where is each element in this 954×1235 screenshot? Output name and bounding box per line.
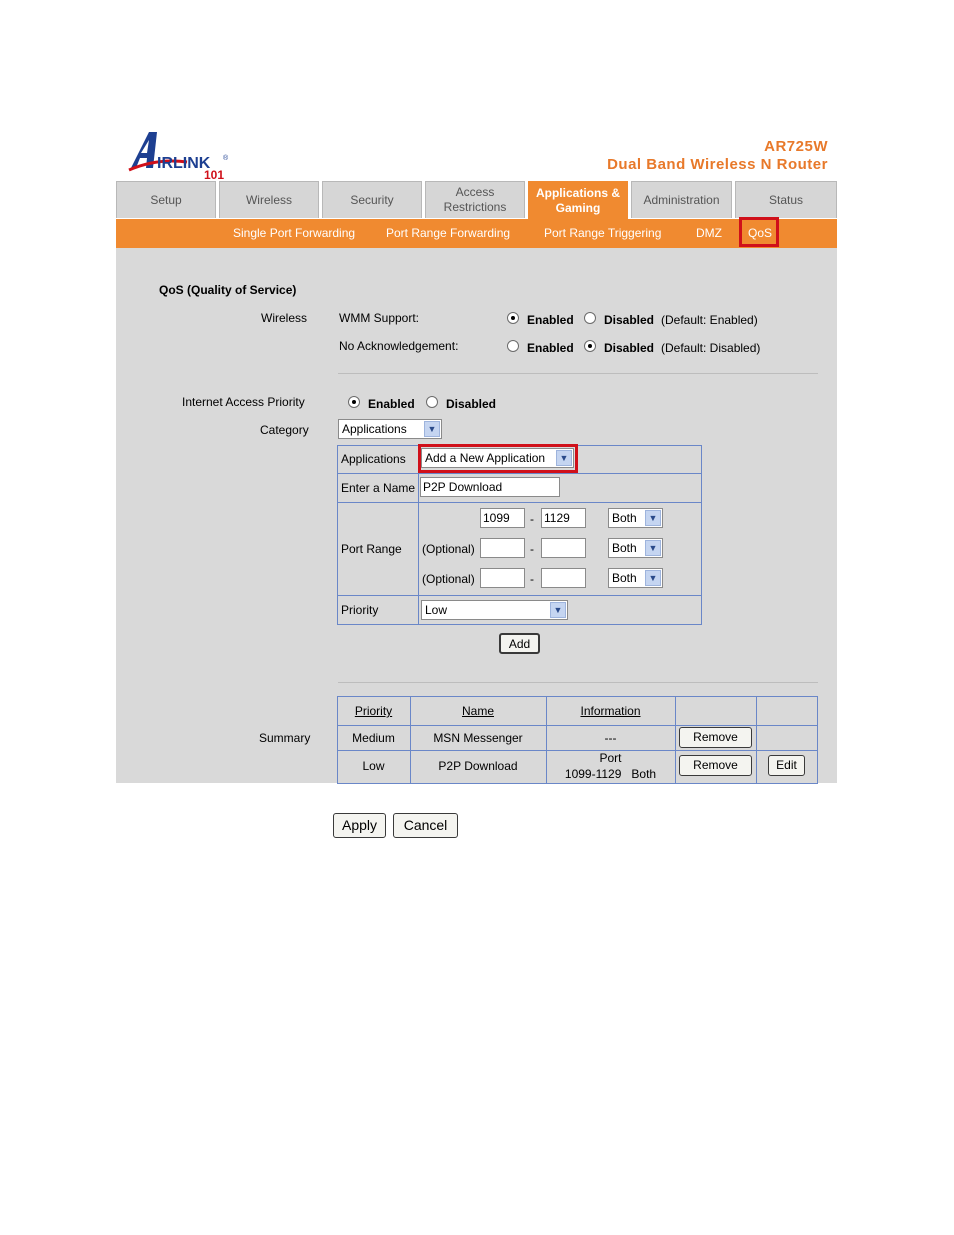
- svg-text:®: ®: [223, 154, 229, 162]
- iap-enabled-radio[interactable]: [348, 396, 360, 408]
- protocol-select[interactable]: Both ▼: [608, 538, 663, 558]
- chevron-down-icon: ▼: [550, 602, 566, 618]
- tab-wireless[interactable]: Wireless: [219, 181, 319, 218]
- priority-label: Priority: [341, 603, 379, 617]
- wmm-support-label: WMM Support:: [339, 311, 420, 325]
- wmm-enabled-radio[interactable]: [507, 312, 519, 324]
- row-information: ---: [604, 731, 617, 745]
- content-panel: QoS (Quality of Service) Wireless WMM Su…: [116, 248, 837, 784]
- tab-access-restrictions[interactable]: Access Restrictions: [425, 181, 525, 218]
- tab-security[interactable]: Security: [322, 181, 422, 218]
- port-to-input[interactable]: 1129: [541, 508, 586, 528]
- grid-line: [337, 725, 818, 726]
- subnav-port-range-triggering[interactable]: Port Range Triggering: [544, 219, 661, 248]
- port-from-input[interactable]: 1099: [480, 508, 525, 528]
- applications-label: Applications: [341, 452, 406, 466]
- iap-disabled-radio[interactable]: [426, 396, 438, 408]
- airlink-logo: IRLINK 101 ®: [128, 132, 229, 180]
- wmm-disabled-label: Disabled: [604, 313, 655, 327]
- remove-button[interactable]: Remove: [679, 755, 752, 776]
- no-ack-disabled-label: Disabled: [604, 341, 655, 355]
- row-name: MSN Messenger: [433, 731, 523, 745]
- no-ack-disabled-radio[interactable]: [584, 340, 596, 352]
- remove-button[interactable]: Remove: [679, 727, 752, 748]
- optional-label: (Optional): [422, 542, 475, 556]
- chevron-down-icon: ▼: [645, 540, 661, 556]
- protocol-select[interactable]: Both ▼: [608, 568, 663, 588]
- iap-enabled-label: Enabled: [368, 397, 415, 411]
- protocol-select-value: Both: [612, 571, 637, 585]
- divider: [338, 682, 818, 683]
- row-priority: Low: [362, 759, 385, 773]
- application-name-input[interactable]: P2P Download: [420, 477, 560, 497]
- tab-setup[interactable]: Setup: [116, 181, 216, 218]
- port-to-input[interactable]: [541, 568, 586, 588]
- category-select[interactable]: Applications ▼: [338, 419, 442, 439]
- no-ack-enabled-label: Enabled: [527, 341, 574, 355]
- internet-access-priority-label: Internet Access Priority: [182, 395, 305, 409]
- row-name: P2P Download: [438, 759, 518, 773]
- model-number: AR725W: [764, 138, 828, 155]
- wireless-label: Wireless: [261, 311, 308, 325]
- wmm-enabled-label: Enabled: [527, 313, 574, 327]
- grid-line: [337, 502, 702, 503]
- applications-highlight-box: [418, 444, 578, 473]
- wmm-default-note: (Default: Enabled): [661, 313, 758, 327]
- port-range-dash: -: [530, 542, 534, 556]
- row-information-detail: 1099-1129 Both: [564, 767, 657, 781]
- grid-line: [756, 696, 757, 784]
- main-tabs: Setup Wireless Security Access Restricti…: [116, 181, 837, 220]
- protocol-select[interactable]: Both ▼: [608, 508, 663, 528]
- port-range-dash: -: [530, 572, 534, 586]
- chevron-down-icon: ▼: [645, 570, 661, 586]
- subnav-dmz[interactable]: DMZ: [696, 219, 722, 248]
- no-ack-enabled-radio[interactable]: [507, 340, 519, 352]
- tab-applications-gaming[interactable]: Applications & Gaming: [528, 181, 628, 220]
- port-from-input[interactable]: [480, 538, 525, 558]
- subnav-port-range-forwarding[interactable]: Port Range Forwarding: [386, 219, 510, 248]
- apply-button[interactable]: Apply: [333, 813, 386, 838]
- port-range-dash: -: [530, 512, 534, 526]
- cancel-button[interactable]: Cancel: [393, 813, 458, 838]
- tab-administration[interactable]: Administration: [631, 181, 732, 218]
- optional-label: (Optional): [422, 572, 475, 586]
- wmm-disabled-radio[interactable]: [584, 312, 596, 324]
- grid-line: [337, 473, 702, 474]
- category-label: Category: [260, 423, 309, 437]
- priority-select-value: Low: [425, 603, 448, 617]
- protocol-select-value: Both: [612, 541, 637, 555]
- edit-button[interactable]: Edit: [768, 755, 805, 776]
- grid-line: [675, 696, 676, 784]
- summary-label: Summary: [259, 731, 311, 745]
- port-from-input[interactable]: [480, 568, 525, 588]
- row-information: Port: [599, 751, 622, 765]
- qos-highlight-box: [739, 217, 779, 247]
- product-name: Dual Band Wireless N Router: [607, 156, 828, 173]
- subnav-single-port-forwarding[interactable]: Single Port Forwarding: [233, 219, 355, 248]
- sub-navigation: Single Port Forwarding Port Range Forwar…: [116, 217, 837, 248]
- divider: [338, 373, 818, 374]
- column-header-priority: Priority: [354, 704, 393, 718]
- grid-line: [337, 595, 702, 596]
- priority-select[interactable]: Low ▼: [421, 600, 568, 620]
- no-ack-default-note: (Default: Disabled): [661, 341, 761, 355]
- svg-text:IRLINK: IRLINK: [157, 155, 211, 172]
- protocol-select-value: Both: [612, 511, 637, 525]
- enter-name-label: Enter a Name: [341, 481, 416, 495]
- iap-disabled-label: Disabled: [446, 397, 497, 411]
- port-range-label: Port Range: [341, 542, 402, 556]
- svg-text:101: 101: [204, 168, 224, 180]
- tab-status[interactable]: Status: [735, 181, 837, 218]
- category-select-value: Applications: [342, 422, 407, 436]
- add-button[interactable]: Add: [499, 633, 540, 654]
- no-ack-label: No Acknowledgement:: [339, 339, 459, 353]
- column-header-information: Information: [580, 704, 641, 718]
- chevron-down-icon: ▼: [645, 510, 661, 526]
- section-title: QoS (Quality of Service): [159, 283, 297, 297]
- column-header-name: Name: [461, 704, 494, 718]
- row-priority: Medium: [352, 731, 395, 745]
- port-to-input[interactable]: [541, 538, 586, 558]
- chevron-down-icon: ▼: [424, 421, 440, 437]
